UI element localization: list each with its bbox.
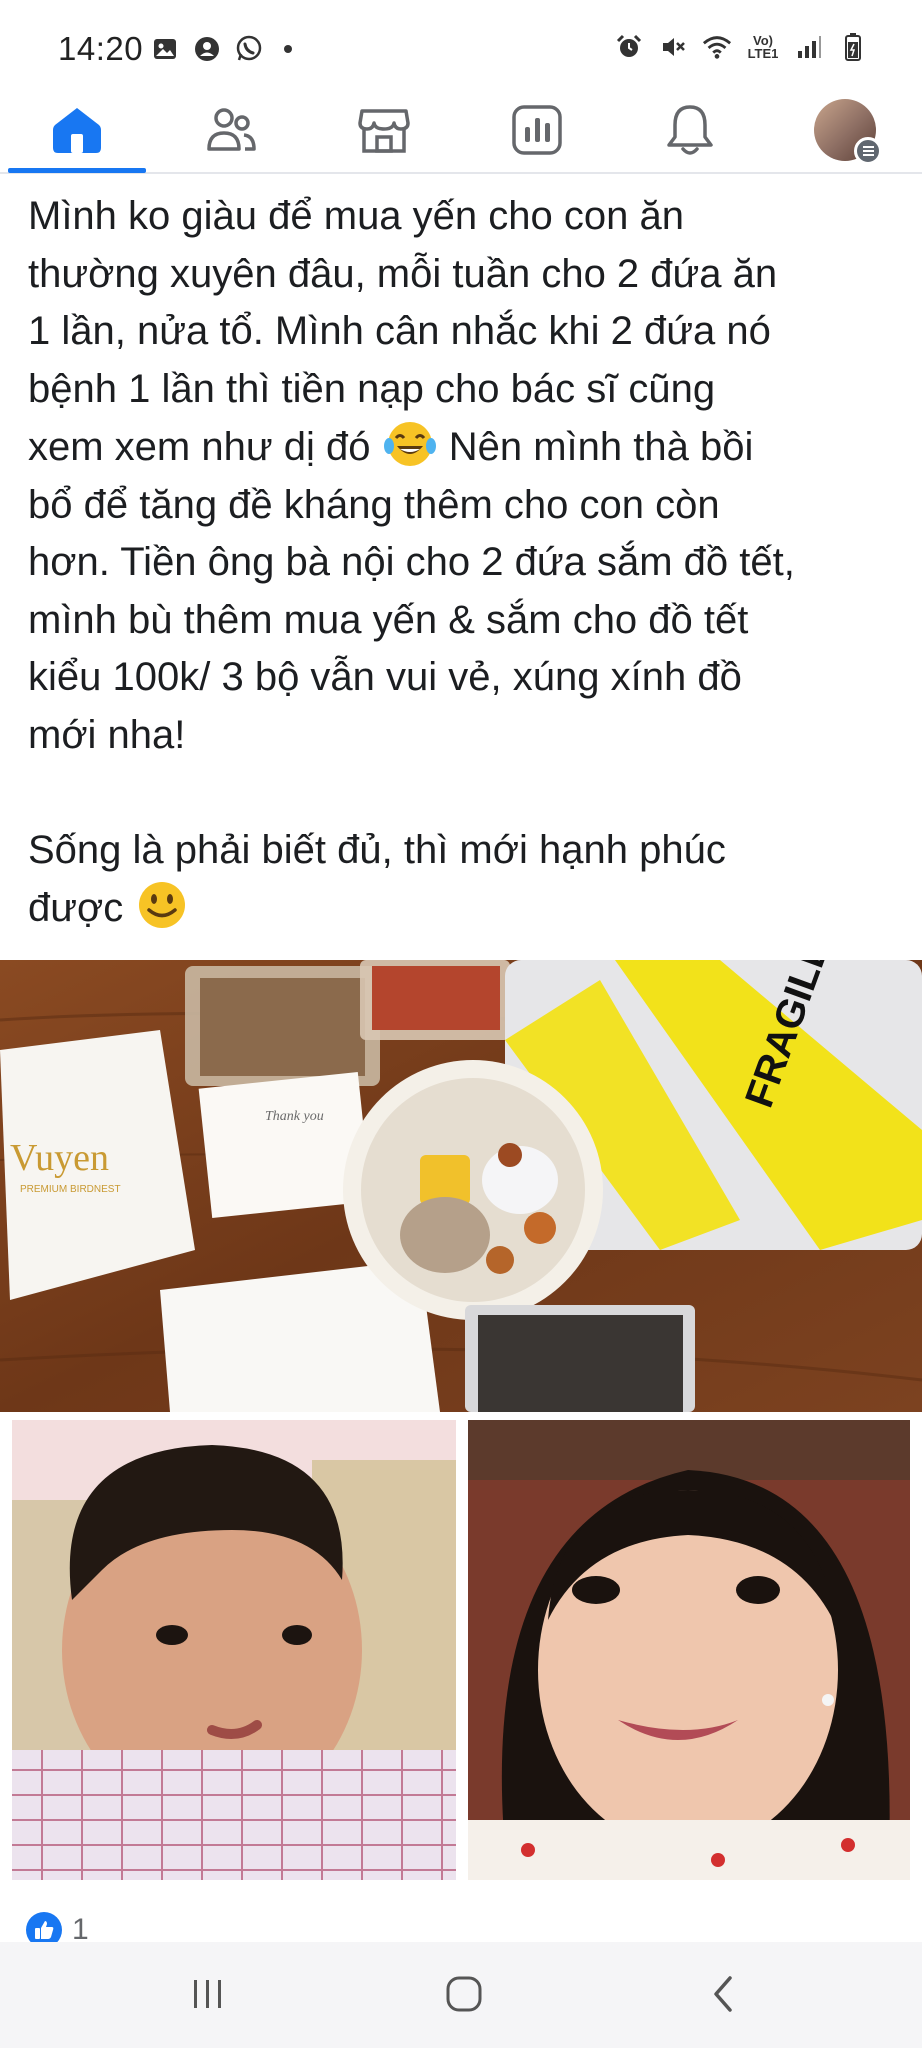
status-left-icons xyxy=(150,34,292,64)
home-icon xyxy=(53,108,101,153)
dot-icon xyxy=(284,45,292,53)
post-photo-boy[interactable] xyxy=(12,1420,456,1880)
recents-icon xyxy=(194,1980,221,2008)
boy-photo xyxy=(12,1420,456,1880)
brand-label: Vuyen xyxy=(10,1137,109,1179)
girl-photo xyxy=(468,1420,910,1880)
nav-marketplace-tab[interactable] xyxy=(311,92,457,168)
nav-friends-tab[interactable] xyxy=(158,92,304,168)
post-text: Mình ko giàu để mua yến cho con ăn thườn… xyxy=(28,188,898,938)
status-time: 14:20 xyxy=(58,30,144,67)
home-button[interactable] xyxy=(404,1964,524,2024)
dashboard-icon xyxy=(512,105,562,155)
signal-icon xyxy=(794,32,824,62)
post-line: 1 lần, nửa tổ. Mình cân nhắc khi 2 đứa n… xyxy=(28,309,771,353)
whatsapp-icon xyxy=(234,34,264,64)
status-right-icons: Vo) LTE1 xyxy=(614,32,868,62)
smile-emoji-icon xyxy=(139,882,186,928)
post-line: Sống là phải biết đủ, thì mới hạnh phúc xyxy=(28,827,726,872)
nav-profile-tab[interactable] xyxy=(772,92,918,168)
post-line: mới nha! xyxy=(28,712,186,757)
android-nav-bar xyxy=(0,1942,922,2048)
top-nav-bar xyxy=(0,88,922,174)
post-line: hơn. Tiền ông bà nội cho 2 đứa sắm đồ tế… xyxy=(28,540,795,584)
post-photo-products[interactable]: FRAGILE Vuyen PREMIUM BIRDNEST Thank you xyxy=(0,960,922,1412)
menu-icon xyxy=(854,137,882,165)
alarm-icon xyxy=(614,32,644,62)
volte-icon: Vo) LTE1 xyxy=(747,33,779,61)
post-photo-girl[interactable] xyxy=(468,1420,910,1880)
avatar-icon xyxy=(814,99,882,165)
post-line: xem xem như dị đó Nên mình thà bồi xyxy=(28,418,898,477)
status-bar: 14:20 Vo) LTE1 xyxy=(0,0,922,100)
nav-home-tab[interactable] xyxy=(4,92,150,168)
back-button[interactable] xyxy=(663,1964,783,2024)
nav-notifications-tab[interactable] xyxy=(617,92,763,168)
post-line: bệnh 1 lần thì tiền nạp cho bác sĩ cũng xyxy=(28,366,716,411)
nav-active-indicator xyxy=(8,168,146,173)
thank-you-card-text: Thank you xyxy=(265,1109,324,1124)
bell-icon xyxy=(667,105,713,155)
wifi-icon xyxy=(702,32,732,62)
post-line: bổ để tăng đề kháng thêm cho con còn xyxy=(28,482,720,527)
post-line: mình bù thêm mua yến & sắm cho đồ tết xyxy=(28,597,749,642)
battery-icon xyxy=(838,32,868,62)
marketplace-icon xyxy=(358,109,410,153)
mute-icon xyxy=(658,32,688,62)
gallery-icon xyxy=(150,34,180,64)
brand-sub-label: PREMIUM BIRDNEST xyxy=(20,1184,121,1195)
nav-dashboard-tab[interactable] xyxy=(464,92,610,168)
recents-button[interactable] xyxy=(148,1964,268,2024)
account-icon xyxy=(192,34,222,64)
post-line: được xyxy=(28,879,898,938)
back-icon xyxy=(714,1976,732,2012)
home-button-icon xyxy=(446,1976,482,2012)
post-line: thường xuyên đâu, mỗi tuần cho 2 đứa ăn xyxy=(28,251,778,296)
products-photo: FRAGILE Vuyen PREMIUM BIRDNEST Thank you xyxy=(0,960,922,1412)
tears-of-joy-emoji-icon xyxy=(383,422,436,466)
post-line: kiểu 100k/ 3 bộ vẫn vui vẻ, xúng xính đồ xyxy=(28,655,742,699)
friends-icon xyxy=(207,108,256,151)
post-line: Mình ko giàu để mua yến cho con ăn xyxy=(28,194,684,238)
